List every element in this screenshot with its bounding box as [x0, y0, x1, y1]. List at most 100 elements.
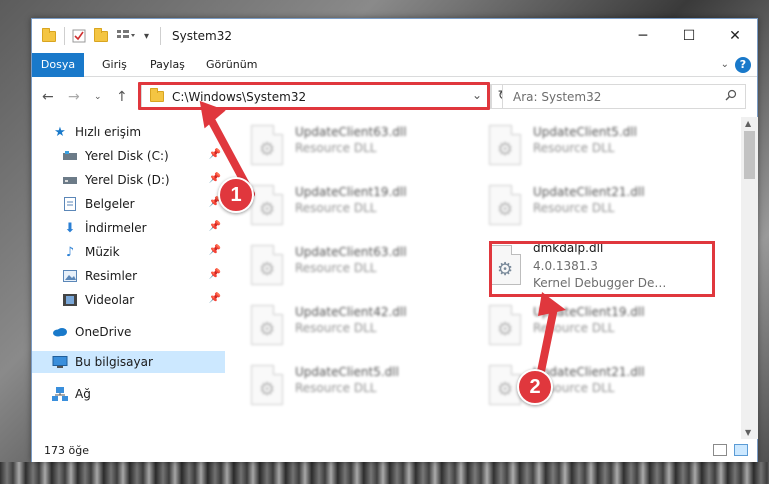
pictures-icon — [62, 268, 78, 284]
cloud-icon — [52, 324, 68, 340]
separator — [160, 27, 161, 45]
gear-icon: ⚙ — [259, 379, 276, 400]
file-description: Resource DLL — [295, 141, 377, 155]
file-item[interactable]: ⚙ UpdateClient5.dll Resource DLL — [227, 359, 457, 411]
ribbon-tabs: Dosya Giriş Paylaş Görünüm ⌄ ? — [32, 53, 757, 105]
gear-icon: ⚙ — [259, 319, 276, 340]
sidebar-item-pictures[interactable]: Resimler 📌 — [32, 265, 225, 287]
title-bar: ▾ System32 ─ ☐ ✕ — [32, 19, 757, 53]
sidebar-item-label: Resimler — [85, 269, 138, 283]
tab-home[interactable]: Giriş — [92, 53, 137, 77]
file-name: UpdateClient5.dll — [533, 125, 637, 139]
back-arrow-icon[interactable]: ← — [42, 89, 54, 105]
maximize-button[interactable]: ☐ — [666, 19, 712, 53]
video-icon — [62, 292, 78, 308]
navigation-bar: ← → ⌄ ↑ C:\Windows\System32 ⌄ ↻ Ara: Sys… — [32, 77, 757, 117]
tab-view[interactable]: Görünüm — [196, 53, 267, 77]
sidebar-item-label: Bu bilgisayar — [75, 355, 153, 369]
view-options-icon[interactable] — [116, 28, 136, 44]
item-count: 173 öğe — [44, 444, 89, 457]
file-item[interactable]: ⚙ UpdateClient19.dll Resource DLL — [465, 299, 695, 351]
file-name: UpdateClient42.dll — [295, 305, 407, 319]
file-description: Resource DLL — [533, 141, 615, 155]
desktop-background-strip — [0, 462, 769, 484]
dll-file-icon: ⚙ — [251, 245, 283, 285]
dll-file-icon: ⚙ — [251, 305, 283, 345]
sidebar-item-music[interactable]: ♪ Müzik 📌 — [32, 241, 225, 263]
pin-icon[interactable]: 📌 — [209, 221, 221, 232]
sidebar-item-onedrive[interactable]: OneDrive — [32, 321, 225, 343]
file-name: UpdateClient19.dll — [295, 185, 407, 199]
pin-icon[interactable]: 📌 — [209, 269, 221, 280]
gear-icon: ⚙ — [259, 259, 276, 280]
step-badge-2: 2 — [517, 369, 553, 405]
file-name: UpdateClient63.dll — [295, 125, 407, 139]
properties-icon[interactable] — [72, 28, 86, 44]
file-description: Resource DLL — [295, 321, 377, 335]
sidebar-item-downloads[interactable]: ⬇ İndirmeler 📌 — [32, 217, 225, 239]
file-item[interactable]: ⚙ UpdateClient42.dll Resource DLL — [227, 299, 457, 351]
ribbon-expand-icon[interactable]: ⌄ — [721, 59, 729, 70]
folder-icon — [42, 27, 56, 44]
sidebar-item-network[interactable]: Ağ — [32, 383, 225, 405]
scroll-up-icon[interactable]: ▲ — [745, 119, 751, 128]
large-icons-view-icon[interactable] — [734, 444, 748, 456]
search-icon[interactable] — [725, 89, 737, 101]
file-description: Resource DLL — [295, 261, 377, 275]
search-input[interactable]: Ara: System32 — [513, 90, 601, 104]
sidebar-item-label: Hızlı erişim — [75, 125, 142, 139]
file-item[interactable]: ⚙ UpdateClient21.dll Resource DLL — [465, 179, 695, 231]
customize-toolbar-icon[interactable]: ▾ — [144, 28, 149, 44]
up-arrow-icon[interactable]: ↑ — [116, 89, 128, 105]
sidebar-item-this-pc[interactable]: Bu bilgisayar — [32, 351, 225, 373]
sidebar-item-videos[interactable]: Videolar 📌 — [32, 289, 225, 311]
status-bar: 173 öğe — [32, 439, 757, 462]
download-icon: ⬇ — [64, 220, 76, 236]
search-box[interactable]: Ara: System32 — [502, 84, 746, 109]
close-button[interactable]: ✕ — [712, 19, 758, 53]
file-name: UpdateClient21.dll — [533, 185, 645, 199]
gear-icon: ⚙ — [497, 319, 514, 340]
dll-file-icon: ⚙ — [251, 365, 283, 405]
window-title: System32 — [172, 29, 233, 43]
drive-icon — [62, 148, 78, 164]
separator — [64, 27, 65, 45]
vertical-scrollbar[interactable]: ▲ ▼ — [741, 117, 758, 439]
file-description: Resource DLL — [295, 381, 377, 395]
scroll-down-icon[interactable]: ▼ — [745, 428, 751, 437]
drive-icon — [62, 172, 78, 188]
pin-icon[interactable]: 📌 — [209, 245, 221, 256]
file-item[interactable]: ⚙ UpdateClient21.dll Resource DLL — [465, 359, 695, 411]
details-view-icon[interactable] — [713, 444, 727, 456]
dll-file-icon: ⚙ — [489, 125, 521, 165]
sidebar-item-label: Yerel Disk (D:) — [85, 173, 170, 187]
recent-locations-icon[interactable]: ⌄ — [94, 92, 102, 102]
dll-file-icon: ⚙ — [489, 185, 521, 225]
help-button[interactable]: ? — [735, 57, 751, 73]
file-description: Resource DLL — [295, 201, 377, 215]
sidebar-item-label: Yerel Disk (C:) — [85, 149, 169, 163]
file-explorer-window: ▾ System32 ─ ☐ ✕ Dosya Giriş Paylaş Görü… — [31, 18, 758, 462]
minimize-button[interactable]: ─ — [620, 19, 666, 53]
file-name: UpdateClient5.dll — [295, 365, 399, 379]
sidebar-item-label: Ağ — [75, 387, 91, 401]
file-list: ⚙ UpdateClient63.dll Resource DLL ⚙ Upda… — [227, 117, 741, 439]
file-item[interactable]: ⚙ UpdateClient63.dll Resource DLL — [227, 239, 457, 291]
computer-icon — [52, 354, 68, 370]
file-name: UpdateClient63.dll — [295, 245, 407, 259]
dll-file-icon: ⚙ — [489, 305, 521, 345]
sidebar-item-label: OneDrive — [75, 325, 132, 339]
address-highlight-box — [138, 82, 490, 110]
file-description: Resource DLL — [533, 201, 615, 215]
network-icon — [52, 386, 68, 402]
pin-icon[interactable]: 📌 — [209, 293, 221, 304]
sidebar-item-label: Videolar — [85, 293, 135, 307]
tab-share[interactable]: Paylaş — [140, 53, 195, 77]
gear-icon: ⚙ — [497, 379, 514, 400]
new-folder-icon[interactable] — [94, 27, 108, 44]
file-item[interactable]: ⚙ UpdateClient5.dll Resource DLL — [465, 119, 695, 171]
scrollbar-thumb[interactable] — [744, 131, 755, 179]
step-badge-1: 1 — [218, 177, 254, 213]
forward-arrow-icon[interactable]: → — [68, 89, 80, 105]
documents-icon — [62, 196, 78, 212]
